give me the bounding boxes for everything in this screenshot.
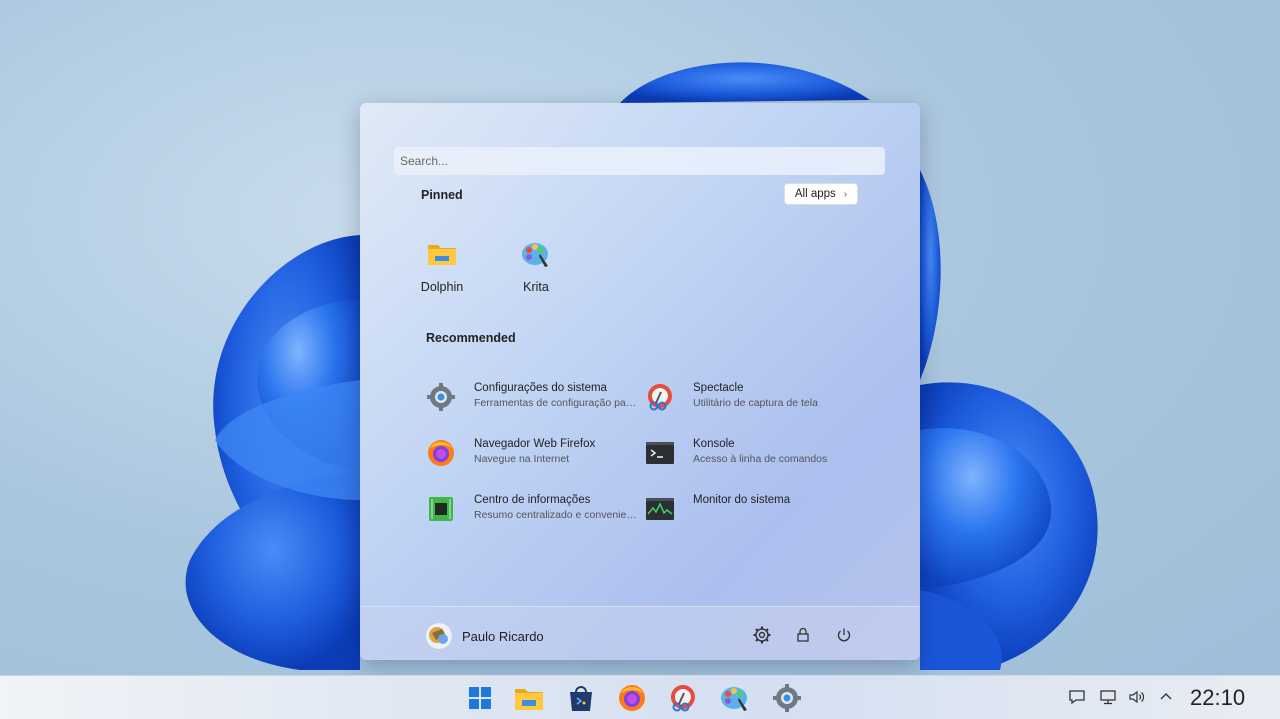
- recommended-item-title: Centro de informações: [474, 494, 591, 506]
- chevron-right-icon: ›: [843, 188, 848, 200]
- recommended-item-subtitle: Resumo centralizado e conveniente das in…: [474, 509, 638, 521]
- chip-icon: [429, 497, 453, 521]
- recommended-item-title: Spectacle: [693, 382, 744, 394]
- recommended-item-subtitle: Ferramentas de configuração para o compu…: [474, 397, 638, 409]
- volume-icon[interactable]: [1128, 688, 1146, 706]
- recommended-item-title: Navegador Web Firefox: [474, 438, 596, 450]
- start-menu: Pinned All apps › Dolphin Krita Recommen…: [360, 103, 920, 660]
- pinned-app-label: Dolphin: [420, 280, 464, 294]
- settings-icon[interactable]: [772, 683, 802, 713]
- system-monitor-icon: [646, 498, 674, 520]
- chevron-up-icon[interactable]: [1157, 688, 1175, 706]
- recommended-item-firefox[interactable]: Navegador Web Firefox Navegue na Interne…: [426, 434, 641, 478]
- krita-icon: [522, 243, 548, 267]
- recommended-item-spectacle[interactable]: Spectacle Utilitário de captura de tela: [645, 378, 860, 422]
- network-icon[interactable]: [1099, 688, 1117, 706]
- pinned-app-dolphin[interactable]: Dolphin: [406, 238, 478, 294]
- firefox-icon[interactable]: [617, 683, 647, 713]
- recommended-item-title: Monitor do sistema: [693, 494, 791, 506]
- recommended-item-subtitle: Acesso à linha de comandos: [693, 453, 828, 465]
- all-apps-button[interactable]: All apps ›: [784, 183, 858, 205]
- recommended-item-title: Konsole: [693, 438, 735, 450]
- pinned-heading: Pinned: [421, 188, 463, 202]
- pinned-app-krita[interactable]: Krita: [500, 238, 572, 294]
- power-icon[interactable]: [834, 625, 854, 645]
- firefox-icon: [428, 440, 454, 466]
- recommended-heading: Recommended: [426, 331, 516, 345]
- all-apps-label: All apps: [794, 188, 836, 200]
- user-name: Paulo Ricardo: [462, 628, 544, 644]
- discover-icon[interactable]: [566, 683, 596, 713]
- folder-icon: [428, 245, 456, 265]
- search-input[interactable]: [394, 147, 885, 175]
- clock[interactable]: 22:10: [1190, 685, 1245, 711]
- start-icon[interactable]: [465, 683, 495, 713]
- taskbar: 22:10: [0, 675, 1280, 719]
- settings-icon[interactable]: [752, 625, 772, 645]
- notifications-icon[interactable]: [1068, 688, 1086, 706]
- krita-icon[interactable]: [720, 683, 750, 713]
- recommended-item-subtitle: Navegue na Internet: [474, 453, 570, 465]
- recommended-item-title: Configurações do sistema: [474, 382, 607, 394]
- spectacle-icon[interactable]: [668, 683, 698, 713]
- pinned-app-label: Krita: [523, 280, 549, 294]
- recommended-item-konsole[interactable]: Konsole Acesso à linha de comandos: [645, 434, 860, 478]
- recommended-item-configuracoes[interactable]: Configurações do sistema Ferramentas de …: [426, 378, 641, 422]
- avatar: [426, 623, 452, 649]
- lock-icon[interactable]: [793, 625, 813, 645]
- gear-icon: [427, 383, 455, 411]
- recommended-item-monitor[interactable]: Monitor do sistema: [645, 490, 860, 534]
- terminal-icon: [646, 442, 674, 464]
- spectacle-icon: [647, 384, 672, 411]
- start-menu-footer: Paulo Ricardo: [360, 606, 920, 660]
- user-account-button[interactable]: Paulo Ricardo: [426, 623, 544, 649]
- dolphin-icon[interactable]: [514, 683, 544, 713]
- recommended-item-centro-informacoes[interactable]: Centro de informações Resumo centralizad…: [426, 490, 641, 534]
- recommended-item-subtitle: Utilitário de captura de tela: [693, 397, 818, 409]
